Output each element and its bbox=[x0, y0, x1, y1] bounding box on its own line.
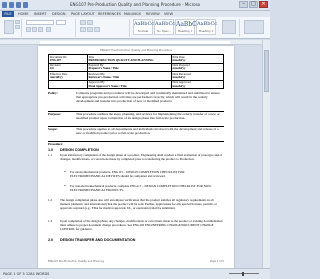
title-value: PREPRODUCTION QUALITY AND PLANNING bbox=[88, 57, 154, 62]
cut-button[interactable] bbox=[15, 20, 20, 24]
effective-date-value: mm/dd/yy bbox=[50, 74, 64, 79]
style-sample: AaBbCc bbox=[197, 21, 218, 27]
page-header: ENG107 Pre-Production Quality and Planni… bbox=[100, 49, 172, 52]
quick-access-toolbar bbox=[2, 2, 28, 8]
policy-label: Policy: bbox=[48, 91, 58, 95]
date-prepared-value: mm/dd/yy bbox=[172, 66, 186, 71]
bullet-electromechanical: For electromechanical products, ENG115 –… bbox=[70, 170, 185, 178]
paragraph-group bbox=[78, 19, 130, 37]
style-sample: AaBbCc bbox=[134, 21, 155, 27]
save-icon[interactable] bbox=[9, 2, 14, 8]
approved-by-value: Final Approver's Name / Title bbox=[88, 83, 127, 88]
purpose-label: Purpose: bbox=[48, 112, 61, 116]
style-name: Heading 1 bbox=[177, 29, 193, 33]
section-number: 1.0 bbox=[48, 148, 53, 152]
bullet-icon: • bbox=[64, 170, 66, 174]
print-date-value: mm/dd/yy bbox=[172, 57, 186, 62]
change-styles-button[interactable] bbox=[222, 20, 236, 34]
font-color-button[interactable] bbox=[46, 27, 51, 32]
maximize-button[interactable]: □ bbox=[249, 1, 258, 8]
bullets-button[interactable] bbox=[80, 20, 86, 25]
undo-icon[interactable] bbox=[16, 2, 21, 8]
policy-text: Company programs and procedures will be … bbox=[76, 91, 220, 103]
bullet-icon: • bbox=[64, 184, 66, 188]
minimize-button[interactable]: – bbox=[239, 1, 248, 8]
scope-text: This procedure applies to all department… bbox=[76, 127, 219, 135]
vertical-scrollbar[interactable] bbox=[262, 40, 270, 268]
style-normal[interactable]: AaBbCc Normal bbox=[133, 19, 155, 35]
paragraph-1-1: Upon satisfactory completion of the desi… bbox=[60, 153, 223, 161]
paragraph-number: 1.2 bbox=[48, 198, 52, 202]
style-heading-1[interactable]: AaBbC Heading 1 bbox=[175, 19, 197, 35]
paragraph-number: 1.1 bbox=[48, 153, 52, 157]
section-number: 2.0 bbox=[48, 238, 53, 242]
title-bar: ENG107 Pre-Production Quality and Planni… bbox=[0, 0, 270, 11]
style-name: Normal bbox=[137, 29, 149, 33]
section-title: DESIGN COMPLETION bbox=[60, 148, 99, 152]
numbering-button[interactable] bbox=[87, 20, 93, 25]
styles-more-group bbox=[220, 19, 240, 37]
zoom-slider[interactable] bbox=[224, 272, 264, 276]
align-right-button[interactable] bbox=[94, 27, 100, 32]
style-sample: AaBbCc bbox=[155, 21, 176, 27]
section-2-heading: 2.0 DESIGN TRANSFER AND DOCUMENTATION bbox=[48, 238, 135, 242]
font-group bbox=[24, 19, 76, 37]
document-page[interactable]: ENG107 Pre-Production Quality and Planni… bbox=[38, 46, 234, 268]
paragraph-number: 1.3 bbox=[48, 219, 52, 223]
reviewed-by-value: Reviewer's Name / Title bbox=[88, 74, 119, 79]
align-left-button[interactable] bbox=[80, 27, 86, 32]
editing-button[interactable] bbox=[244, 20, 264, 34]
section-1-heading: 1.0 DESIGN COMPLETION bbox=[48, 148, 99, 152]
date-approved-value: mm/dd/yy bbox=[172, 83, 186, 88]
scrollbar-thumb[interactable] bbox=[264, 50, 269, 92]
divider bbox=[48, 141, 224, 142]
bullet-non-electromechanical: For non-electromechanical products, comp… bbox=[70, 184, 212, 192]
page-footer: ENG107 Pre-Production Quality and Planni… bbox=[48, 260, 224, 263]
purpose-text: This procedure outlines the steps, plann… bbox=[76, 112, 220, 120]
document-control-table: Document ID ENG107 Title PREPRODUCTION QUA… bbox=[48, 54, 224, 90]
close-button[interactable]: ✕ bbox=[259, 1, 268, 8]
prepared-by-value: Preparer's Name / Title bbox=[88, 66, 119, 71]
scope-label: Scope: bbox=[48, 127, 58, 131]
zoom-track bbox=[229, 273, 259, 274]
doc-id-value: ENG107 bbox=[50, 57, 62, 62]
ribbon: AaBbCc Normal AaBbCc No Spac... AaBbC He… bbox=[0, 17, 270, 39]
copy-button[interactable] bbox=[15, 25, 20, 29]
date-reviewed-value: mm/dd/yy bbox=[172, 74, 186, 79]
style-name: No Spac... bbox=[156, 29, 172, 33]
ruler-text-area bbox=[40, 41, 230, 44]
style-heading-2[interactable]: AaBbCc Heading 2 bbox=[196, 19, 218, 35]
font-size-select[interactable] bbox=[56, 20, 66, 25]
word-logo-icon bbox=[2, 2, 7, 8]
page-count: PAGE 1 OF 5 1284 WORDS bbox=[3, 272, 50, 276]
footer-left: ENG107 Pre-Production Quality and Planni… bbox=[48, 260, 104, 263]
paragraph-1-2: The design completion phase also will en… bbox=[60, 198, 217, 210]
redo-icon[interactable] bbox=[23, 2, 28, 8]
status-bar: PAGE 1 OF 5 1284 WORDS bbox=[0, 268, 270, 279]
procedure-heading: Procedure: bbox=[48, 142, 64, 146]
underline-button[interactable] bbox=[38, 27, 43, 32]
align-center-button[interactable] bbox=[87, 27, 93, 32]
italic-button[interactable] bbox=[32, 27, 37, 32]
style-no-spacing[interactable]: AaBbCc No Spac... bbox=[154, 19, 176, 35]
paste-button[interactable] bbox=[4, 20, 14, 34]
section-title: DESIGN TRANSFER AND DOCUMENTATION bbox=[60, 238, 136, 242]
style-name: Heading 2 bbox=[198, 29, 214, 33]
footer-right: Page 1 of 5 bbox=[209, 260, 224, 263]
zoom-knob[interactable] bbox=[242, 272, 244, 276]
window-title: ENG107 Pre-Production Quality and Planni… bbox=[70, 2, 200, 7]
bold-button[interactable] bbox=[26, 27, 31, 32]
horizontal-ruler[interactable] bbox=[0, 40, 262, 45]
revision-value: 0.0 bbox=[50, 66, 54, 71]
font-name-select[interactable] bbox=[26, 20, 54, 25]
style-sample: AaBbC bbox=[176, 21, 197, 28]
clipboard-group bbox=[2, 19, 22, 37]
paragraph-1-3: Upon completion of the design phase, any… bbox=[60, 219, 223, 231]
